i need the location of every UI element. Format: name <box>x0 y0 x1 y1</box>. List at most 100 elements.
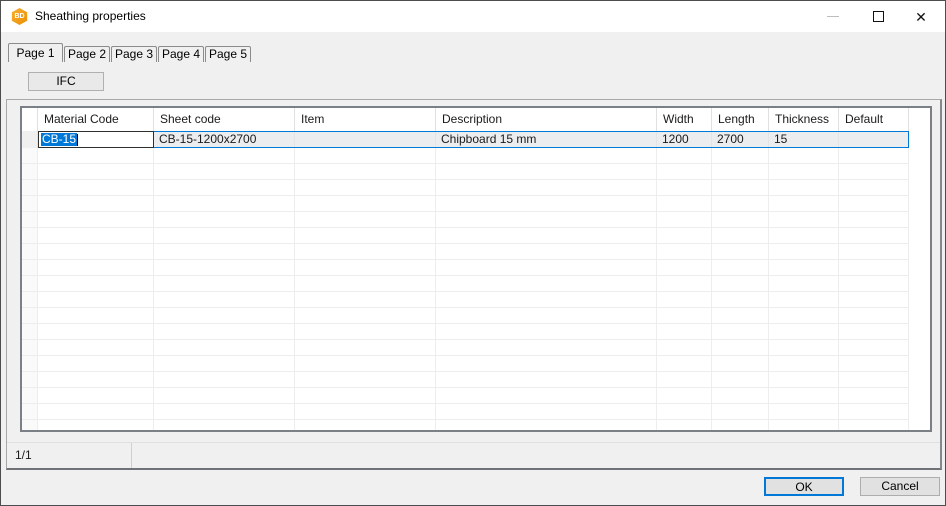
empty-cell <box>839 292 909 308</box>
maximize-button[interactable] <box>858 1 898 32</box>
table-row[interactable] <box>22 356 930 372</box>
empty-cell <box>295 420 436 432</box>
empty-cell <box>436 276 657 292</box>
column-header-description[interactable]: Description <box>436 108 657 131</box>
empty-cell <box>22 356 38 372</box>
ifc-button[interactable]: IFC <box>28 72 104 91</box>
empty-cell <box>712 276 769 292</box>
table-row[interactable] <box>22 292 930 308</box>
empty-cell <box>38 404 154 420</box>
column-header-width[interactable]: Width <box>657 108 712 131</box>
tab-page-5[interactable]: Page 5 <box>205 46 251 62</box>
column-header-item[interactable]: Item <box>295 108 436 131</box>
empty-cell <box>22 260 38 276</box>
table-row[interactable] <box>22 148 930 164</box>
empty-cell <box>22 244 38 260</box>
cell-item[interactable] <box>295 131 436 148</box>
cell-default[interactable] <box>839 131 909 148</box>
empty-cell <box>769 276 839 292</box>
empty-cell <box>839 372 909 388</box>
empty-cell <box>38 276 154 292</box>
row-indicator-cell[interactable] <box>22 131 38 148</box>
empty-cell <box>38 308 154 324</box>
table-row[interactable] <box>22 276 930 292</box>
empty-cell <box>909 228 930 244</box>
cancel-button[interactable]: Cancel <box>860 477 940 496</box>
table-row[interactable] <box>22 260 930 276</box>
tab-page-3[interactable]: Page 3 <box>111 46 157 62</box>
table-row[interactable] <box>22 372 930 388</box>
empty-cell <box>38 356 154 372</box>
table-row[interactable]: CB-15-1200x2700 Chipboard 15 mm 1200 270… <box>22 131 930 148</box>
table-row[interactable] <box>22 228 930 244</box>
column-header-material-code[interactable]: Material Code <box>38 108 154 131</box>
empty-cell <box>154 404 295 420</box>
table-row[interactable] <box>22 388 930 404</box>
empty-cell <box>657 212 712 228</box>
cell-thickness[interactable]: 15 <box>769 131 839 148</box>
close-button[interactable]: ✕ <box>901 1 941 32</box>
minimize-button[interactable] <box>813 1 853 32</box>
empty-cell <box>839 148 909 164</box>
empty-cell <box>436 404 657 420</box>
title-bar[interactable]: BD Sheathing properties ✕ <box>1 1 945 32</box>
empty-cell <box>839 308 909 324</box>
column-header-length[interactable]: Length <box>712 108 769 131</box>
empty-cell <box>909 324 930 340</box>
table-row[interactable] <box>22 420 930 432</box>
empty-cell <box>22 148 38 164</box>
empty-cell <box>839 388 909 404</box>
empty-cell <box>712 388 769 404</box>
empty-cell <box>769 308 839 324</box>
table-row[interactable] <box>22 196 930 212</box>
empty-cell <box>436 372 657 388</box>
sheathing-table[interactable]: Material Code Sheet code Item Descriptio… <box>20 106 932 432</box>
table-row[interactable] <box>22 244 930 260</box>
empty-cell <box>839 164 909 180</box>
empty-cell <box>657 180 712 196</box>
column-header-thickness[interactable]: Thickness <box>769 108 839 131</box>
tab-page-4[interactable]: Page 4 <box>158 46 204 62</box>
column-header-sheet-code[interactable]: Sheet code <box>154 108 295 131</box>
column-header-default[interactable]: Default <box>839 108 909 131</box>
empty-cell <box>22 180 38 196</box>
empty-cell <box>295 212 436 228</box>
empty-cell <box>769 228 839 244</box>
table-row[interactable] <box>22 308 930 324</box>
empty-cell <box>295 244 436 260</box>
cell-sheet-code[interactable]: CB-15-1200x2700 <box>154 131 295 148</box>
empty-cell <box>154 356 295 372</box>
empty-cell <box>839 180 909 196</box>
cell-width[interactable]: 1200 <box>657 131 712 148</box>
empty-cell <box>154 260 295 276</box>
empty-cell <box>436 148 657 164</box>
empty-cell <box>436 180 657 196</box>
empty-cell <box>22 388 38 404</box>
empty-cell <box>436 228 657 244</box>
table-row[interactable] <box>22 180 930 196</box>
material-code-editor[interactable]: CB-15 <box>38 131 154 148</box>
empty-cell <box>657 276 712 292</box>
empty-cell <box>38 228 154 244</box>
record-count-indicator: 1/1 <box>7 443 132 468</box>
empty-cell <box>657 244 712 260</box>
cell-length[interactable]: 2700 <box>712 131 769 148</box>
empty-cell <box>22 324 38 340</box>
table-row[interactable] <box>22 404 930 420</box>
table-row[interactable] <box>22 164 930 180</box>
empty-cell <box>657 260 712 276</box>
empty-cell <box>436 324 657 340</box>
tab-page-1[interactable]: Page 1 <box>8 43 63 62</box>
empty-cell <box>436 388 657 404</box>
tab-page-2[interactable]: Page 2 <box>64 46 110 62</box>
empty-cell <box>657 420 712 432</box>
table-row[interactable] <box>22 324 930 340</box>
table-row[interactable] <box>22 340 930 356</box>
empty-cell <box>295 388 436 404</box>
status-bar-spacer <box>132 443 940 468</box>
empty-cell <box>712 420 769 432</box>
cell-description[interactable]: Chipboard 15 mm <box>436 131 657 148</box>
empty-cell <box>839 260 909 276</box>
table-row[interactable] <box>22 212 930 228</box>
ok-button[interactable]: OK <box>764 477 844 496</box>
